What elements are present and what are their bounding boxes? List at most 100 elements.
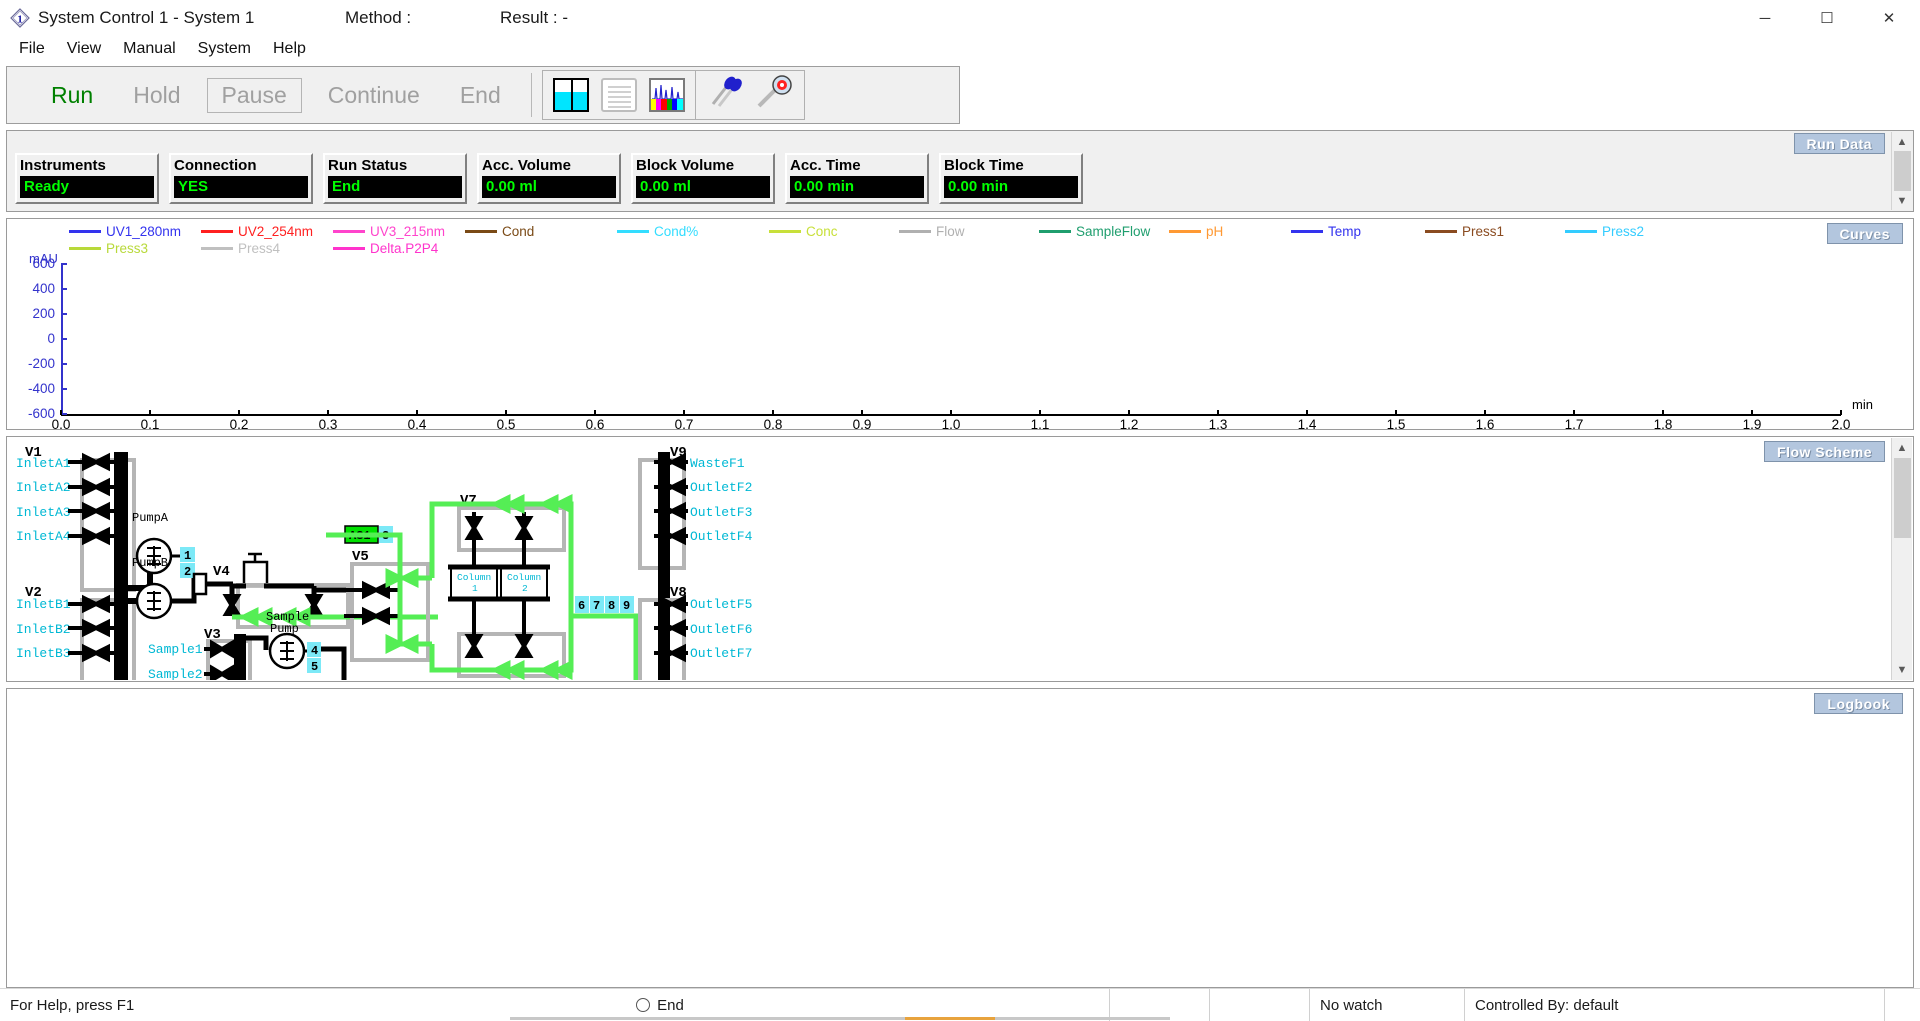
app-icon: 1 [10,8,30,28]
hold-button[interactable]: Hold [119,79,194,112]
y-tick-mark [61,263,67,265]
end-button[interactable]: End [446,79,515,112]
flow-diagram-svg[interactable]: V1 InletA1 InletA2 InletA3 InletA4 PumpA… [8,438,1888,680]
acc-time-label: Acc. Time [790,157,861,174]
logbook-panel: Logbook [6,688,1914,988]
scroll-track[interactable] [1892,151,1912,191]
scroll-thumb[interactable] [1893,151,1911,191]
legend-item-uv2[interactable]: UV2_254nm [201,224,329,239]
legend-item-uv3[interactable]: UV3_215nm [333,224,461,239]
bubble-trap [242,560,269,588]
legend-label-cond: Cond [502,224,535,239]
y-tick-label: 200 [32,306,55,321]
logbook-tab[interactable]: Logbook [1814,693,1903,714]
inlet-label-a2: InletA2 [16,480,71,495]
vessels-icon[interactable] [550,74,592,116]
flow-scheme-scrollbar[interactable]: ▲ ▼ [1891,438,1912,680]
x-tick-mark [1751,410,1753,415]
pump-a-label: PumpA [132,511,169,525]
run-data-tab[interactable]: Run Data [1793,133,1885,154]
legend-item-uv1[interactable]: UV1_280nm [69,224,197,239]
legend-item-sampleflow[interactable]: SampleFlow [1039,224,1165,239]
y-tick-label: 400 [32,281,55,296]
x-tick-mark [1128,410,1130,415]
column-2-index: 2 [522,583,528,594]
x-tick-mark [505,410,507,415]
continue-button[interactable]: Continue [314,79,434,112]
legend-swatch-press1 [1425,230,1457,233]
menu-item-manual[interactable]: Manual [112,38,186,60]
x-tick-label: 0.2 [229,417,249,432]
legend-item-ph[interactable]: pH [1169,224,1287,239]
run-data-scrollbar[interactable]: ▲ ▼ [1891,132,1912,210]
run-button[interactable]: Run [37,79,107,112]
legend-item-press2[interactable]: Press2 [1565,224,1685,239]
acc-volume-label: Acc. Volume [482,157,571,174]
menu-item-help[interactable]: Help [262,38,317,60]
scroll-up-icon[interactable]: ▲ [1892,438,1913,458]
scroll-down-icon[interactable]: ▼ [1892,191,1913,210]
inlet-label-b2: InletB2 [16,622,71,637]
maximize-button[interactable]: ☐ [1796,0,1858,36]
x-tick-label: 1.1 [1030,417,1050,432]
block-volume-label: Block Volume [636,157,735,174]
legend-label-condpct: Cond% [654,224,699,239]
method-list-icon[interactable] [598,74,640,116]
active-flow-path-outlet [571,613,639,680]
outlet-label-f3: OutletF3 [690,505,752,520]
y-tick-mark [61,288,67,290]
port-label-1: 1 [184,549,191,563]
scroll-up-icon[interactable]: ▲ [1892,132,1913,151]
x-tick-mark [1573,410,1575,415]
legend-swatch-press2 [1565,230,1597,233]
legend-item-condpct[interactable]: Cond% [617,224,765,239]
menu-item-system[interactable]: System [187,38,262,60]
chromatogram-icon[interactable] [646,74,688,116]
legend-swatch-ph [1169,230,1201,233]
pause-button[interactable]: Pause [206,77,302,113]
y-tick-mark [61,338,67,340]
legend-item-temp[interactable]: Temp [1291,224,1421,239]
system-settings-icon[interactable] [753,74,795,116]
x-tick-mark [149,410,151,415]
x-tick-mark [1840,410,1842,415]
scroll-track[interactable] [1892,458,1912,660]
chromatogram-plot[interactable]: mAU 600 400 200 0 -200 -400 -600 min 0.0… [7,239,1915,432]
block-time-value: 0.00 min [944,176,1078,198]
legend-item-cond[interactable]: Cond [465,224,613,239]
column-1-label: Column [457,572,491,583]
x-tick-label: 0.8 [763,417,783,432]
scroll-thumb[interactable] [1893,458,1911,538]
x-tick-label: 0.4 [407,417,427,432]
status-cell-block-time: Block Time 0.00 min [939,153,1083,204]
port-label-6: 6 [578,599,585,613]
connect-probe-icon[interactable] [705,74,747,116]
window-controls: ─ ☐ ✕ [1734,0,1920,36]
run-state-icon [636,998,651,1012]
menu-item-view[interactable]: View [56,38,112,60]
legend-swatch-condpct [617,230,649,233]
result-label: Result : - [500,8,569,27]
legend-item-conc[interactable]: Conc [769,224,895,239]
menu-item-file[interactable]: File [8,38,56,60]
x-tick-label: 0.0 [51,417,71,432]
scroll-down-icon[interactable]: ▼ [1892,660,1913,680]
run-status-label: Run Status [328,157,408,174]
minimize-button[interactable]: ─ [1734,0,1796,36]
legend-row-1: UV1_280nm UV2_254nm UV3_215nm Cond Cond% [69,223,1749,240]
port-label-9: 9 [623,599,630,613]
block-volume-value: 0.00 ml [636,176,770,198]
valve-label-v4: V4 [213,564,230,580]
toolbar-separator [530,73,532,117]
close-button[interactable]: ✕ [1858,0,1920,36]
flow-diagram[interactable]: V1 InletA1 InletA2 InletA3 InletA4 PumpA… [8,438,1888,680]
run-data-panel: Run Data Instruments Ready Connection YE… [6,130,1914,212]
inlet-label-a3: InletA3 [16,505,71,520]
legend-item-press1[interactable]: Press1 [1425,224,1561,239]
y-tick-label: 0 [47,331,55,346]
legend-item-flow[interactable]: Flow [899,224,1035,239]
legend-swatch-uv2 [201,230,233,233]
x-tick-label: 0.9 [852,417,872,432]
y-tick-label: -400 [27,381,55,396]
mixer-tee [192,572,208,596]
